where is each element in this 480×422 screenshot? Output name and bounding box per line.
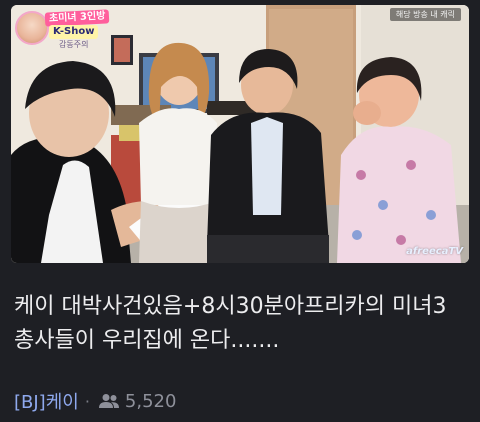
- broadcast-notice: 해당 방송 내 캐릭: [389, 8, 461, 21]
- viewer-count: 5,520: [124, 390, 177, 412]
- stream-title[interactable]: 케이 대박사건있음+8시30분아프리카의 미녀3총사들이 우리집에 온다....…: [14, 290, 466, 358]
- people-icon: [98, 394, 119, 408]
- stream-meta: [BJ]케이 · 5,520: [14, 388, 176, 414]
- stream-card[interactable]: 초미녀 3인방 K-Show 감동주의 해당 방송 내 캐릭 afreecaTV…: [0, 0, 480, 422]
- channel-name[interactable]: [BJ]케이: [14, 388, 79, 414]
- meta-separator: ·: [84, 391, 90, 411]
- platform-watermark: afreecaTV: [406, 246, 463, 257]
- logo-subtitle: K-Show: [49, 25, 99, 39]
- logo-caption: 감동주의: [59, 40, 89, 49]
- show-logo: 초미녀 3인방 K-Show 감동주의: [15, 9, 115, 49]
- stream-thumbnail[interactable]: 초미녀 3인방 K-Show 감동주의 해당 방송 내 캐릭 afreecaTV: [11, 5, 469, 263]
